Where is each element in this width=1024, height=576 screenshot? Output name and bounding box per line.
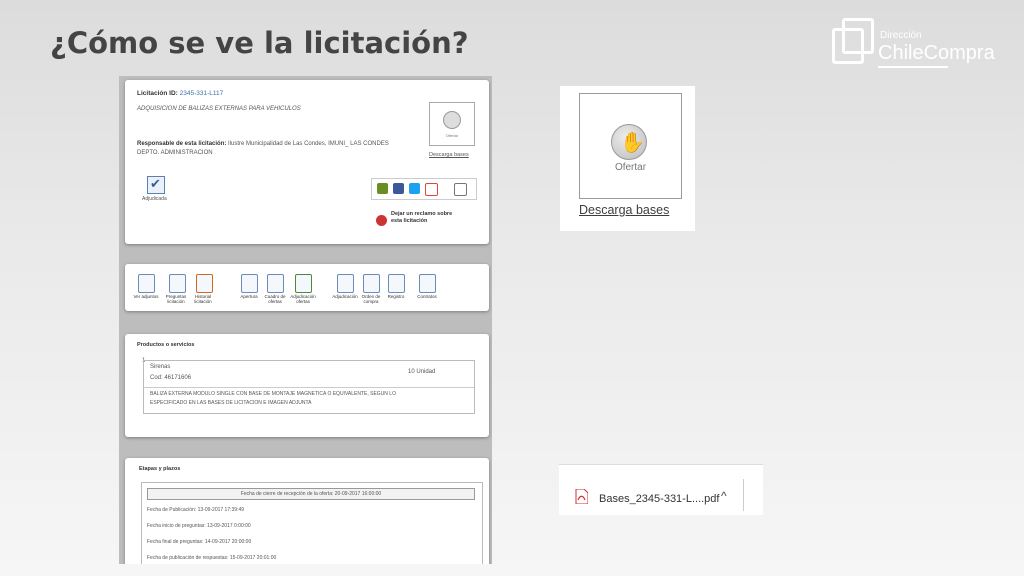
google-plus-icon[interactable] — [425, 183, 438, 196]
download-bar: Bases_2345-331-L....pdf ^ — [559, 464, 763, 515]
logo-line2: ChileCompra — [878, 42, 995, 64]
responsable: Responsable de esta licitación: Ilustre … — [137, 141, 389, 147]
thumbs-up-icon — [443, 111, 461, 129]
email-icon[interactable] — [454, 183, 467, 196]
chilecompra-logo: Dirección ChileCompra — [830, 14, 1000, 72]
department: DEPTO. ADMINISTRACION — [137, 150, 213, 156]
contratos-button[interactable] — [419, 274, 436, 293]
product-code: Cod: 46171606 — [150, 375, 192, 381]
etapas-heading: Etapas y plazos — [139, 466, 181, 472]
product-description-2: ESPECIFICADO EN LAS BASES DE LICITACION … — [150, 400, 312, 406]
licitacion-header-panel: Licitación ID: 2345-331-L117 ADQUISICION… — [125, 80, 489, 244]
licitacion-screenshot: Licitación ID: 2345-331-L117 ADQUISICION… — [119, 76, 492, 564]
slide-title: ¿Cómo se ve la licitación? — [50, 26, 469, 60]
zoomed-ofertar-card: ✋ Ofertar Descarga bases — [560, 86, 695, 231]
toolbar-label: Adjudicación ofertas — [290, 294, 316, 304]
licitacion-id: Licitación ID: 2345-331-L117 — [137, 90, 224, 97]
apertura-button[interactable] — [241, 274, 258, 293]
adjudicacion-ofertas-button[interactable] — [295, 274, 312, 293]
cuadro-ofertas-button[interactable] — [267, 274, 284, 293]
reclamo-link[interactable]: Dejar un reclamo sobre — [391, 211, 452, 217]
reclamo-icon[interactable] — [376, 215, 387, 226]
toolbar-label: Contratos — [417, 294, 437, 299]
product-quantity: 10 Unidad — [408, 369, 436, 375]
twitter-icon[interactable] — [409, 183, 420, 194]
share-icon[interactable] — [377, 183, 388, 194]
divider — [144, 387, 474, 388]
licitacion-description: ADQUISICION DE BALIZAS EXTERNAS PARA VEH… — [137, 106, 301, 112]
chevron-up-icon[interactable]: ^ — [721, 489, 727, 503]
fecha-cierre: Fecha de cierre de recepción de la ofert… — [240, 491, 382, 497]
productos-panel: Productos o servicios 1 Sirenas Cod: 461… — [125, 334, 489, 437]
etapas-panel: Etapas y plazos Fecha de cierre de recep… — [125, 458, 489, 564]
registro-button[interactable] — [388, 274, 405, 293]
pdf-icon — [575, 489, 588, 504]
ofertar-button-small[interactable]: Ofertar — [429, 102, 475, 146]
reclamo-link-line2[interactable]: esta licitación — [391, 218, 427, 224]
historial-button[interactable] — [196, 274, 213, 293]
descarga-bases-link[interactable]: Descarga bases — [579, 203, 669, 217]
ver-adjuntos-button[interactable] — [138, 274, 155, 293]
logo-underline — [878, 66, 948, 68]
productos-heading: Productos o servicios — [137, 342, 195, 348]
product-description: BALIZA EXTERNA MODULO SINGLE CON BASE DE… — [150, 391, 396, 397]
logo-square-icon — [842, 18, 874, 54]
etapa-row: Fecha final de preguntas: 14-09-2017 20:… — [147, 539, 252, 545]
ofertar-button[interactable]: ✋ Ofertar — [579, 93, 682, 199]
toolbar-label: Ver adjuntos — [133, 294, 159, 299]
divider — [743, 479, 744, 511]
preguntas-button[interactable] — [169, 274, 186, 293]
etapa-row: Fecha de publicación de respuestas: 15-0… — [147, 555, 277, 561]
logo-line1: Dirección — [880, 30, 922, 41]
etapa-row: Fecha de Publicación: 13-09-2017 17:39:4… — [147, 507, 245, 513]
fecha-cierre-row: Fecha de cierre de recepción de la ofert… — [147, 488, 475, 500]
etapa-row: Fecha inicio de preguntas: 13-09-2017 0:… — [147, 523, 251, 529]
facebook-icon[interactable] — [393, 183, 404, 194]
descarga-bases-link-small[interactable]: Descarga bases — [429, 152, 469, 158]
adjudicacion-button[interactable] — [337, 274, 354, 293]
product-name: Sirenas — [150, 364, 171, 370]
toolbar-label: Historial licitación — [194, 294, 212, 304]
status-label: Adjudicada — [142, 196, 167, 202]
product-row: Sirenas Cod: 46171606 10 Unidad BALIZA E… — [143, 360, 475, 414]
share-bar — [371, 178, 477, 200]
orden-compra-button[interactable] — [363, 274, 380, 293]
actions-toolbar: Ver adjuntos Preguntas licitación Histor… — [125, 264, 489, 311]
thumbs-up-icon: ✋ — [611, 124, 647, 160]
toolbar-label: Preguntas licitación — [165, 294, 187, 304]
toolbar-label: Registro — [387, 294, 405, 299]
adjudicada-check-icon — [147, 176, 165, 194]
download-filename[interactable]: Bases_2345-331-L....pdf — [599, 493, 719, 505]
ofertar-label: Ofertar — [614, 162, 647, 173]
toolbar-label: Cuadro de ofertas — [264, 294, 286, 304]
